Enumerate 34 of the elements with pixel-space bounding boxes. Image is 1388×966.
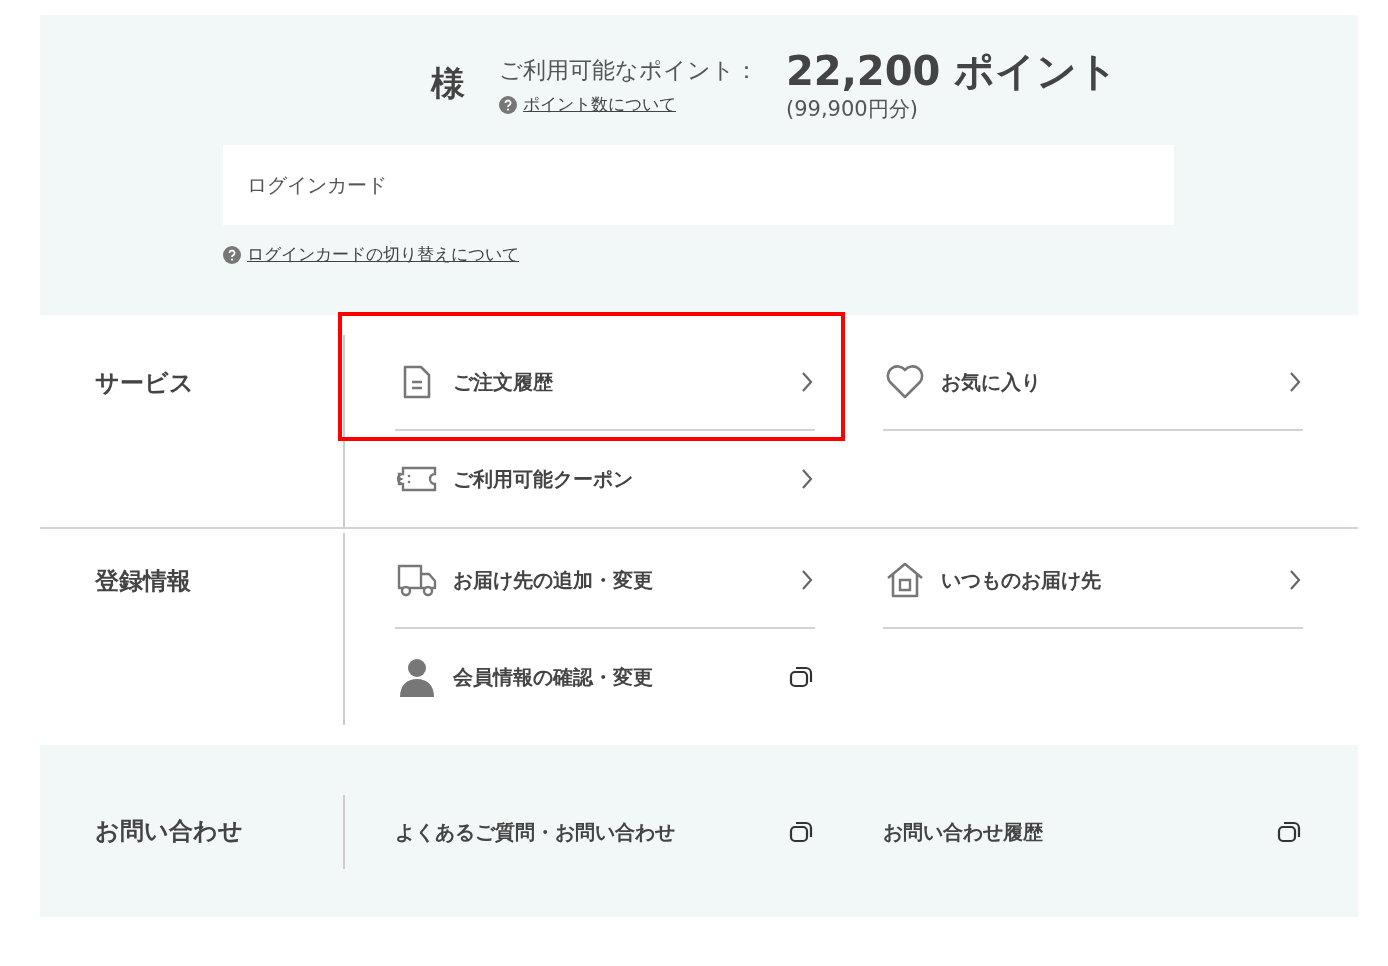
login-card-field[interactable]: ログインカード xyxy=(223,145,1174,225)
chevron-right-icon xyxy=(801,371,813,393)
help-icon xyxy=(223,245,241,264)
menu-link[interactable]: いつものお届け先 xyxy=(883,533,1303,629)
house-icon xyxy=(886,562,924,598)
points-help-link[interactable]: ポイント数について xyxy=(523,93,676,116)
section-title: サービス xyxy=(94,368,195,399)
chevron-right-icon xyxy=(1289,371,1301,393)
truck-icon xyxy=(397,563,437,597)
menu-link[interactable]: ご注文履歴 xyxy=(395,335,815,431)
menu-link[interactable]: お気に入り xyxy=(883,335,1303,431)
section-title: 登録情報 xyxy=(94,566,192,597)
chevron-right-icon xyxy=(1289,569,1301,591)
person-icon xyxy=(399,657,435,697)
help-icon xyxy=(499,95,517,114)
section-title: お問い合わせ xyxy=(94,816,244,847)
menu-link[interactable]: お届け先の追加・変更 xyxy=(395,533,815,629)
menu-link[interactable]: よくあるご質問・お問い合わせ xyxy=(395,795,815,869)
heart-icon xyxy=(886,365,924,399)
points-value: 22,200 ポイント xyxy=(786,47,1119,95)
login-card-help-link[interactable]: ログインカードの切り替えについて xyxy=(247,243,519,266)
chevron-right-icon xyxy=(801,569,813,591)
points-label: ご利用可能なポイント： xyxy=(499,56,758,85)
external-window-icon xyxy=(789,821,813,843)
external-window-icon xyxy=(789,666,813,688)
menu-link[interactable]: お問い合わせ履歴 xyxy=(883,795,1303,869)
points-yen-value: (99,900円分) xyxy=(786,96,919,123)
document-icon xyxy=(403,365,431,399)
menu-link[interactable]: ご利用可能クーポン xyxy=(395,431,815,527)
menu-link[interactable]: 会員情報の確認・変更 xyxy=(395,629,815,725)
chevron-right-icon xyxy=(801,468,813,490)
external-window-icon xyxy=(1277,821,1301,843)
ticket-icon xyxy=(397,466,437,492)
honorific: 様 xyxy=(431,62,465,105)
